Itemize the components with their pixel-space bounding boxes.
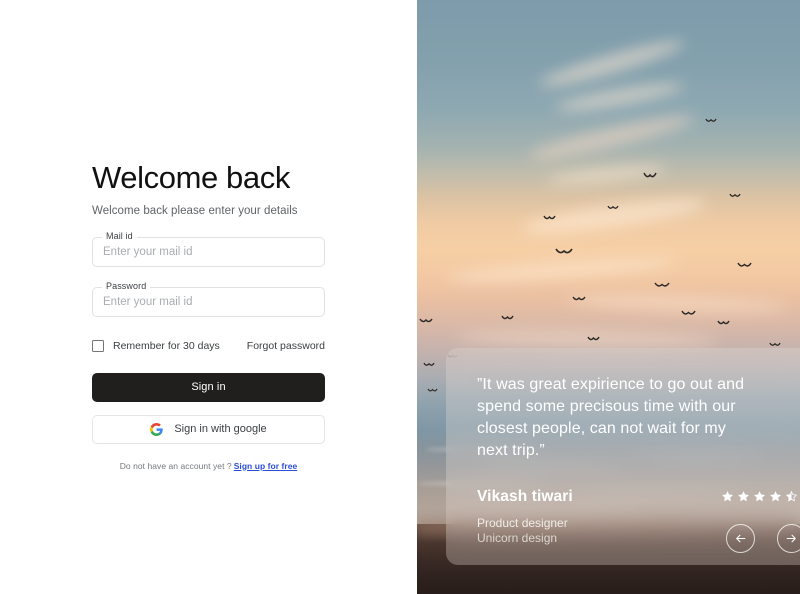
signup-link[interactable]: Sign up for free	[234, 461, 298, 471]
remember-label: Remember for 30 days	[113, 339, 220, 352]
star-filled-icon	[737, 490, 750, 503]
rating-stars	[721, 490, 798, 503]
bird-silhouette	[643, 172, 657, 181]
bird-silhouette	[729, 193, 741, 199]
testimonial-quote: ”It was great expirience to go out and s…	[477, 376, 745, 460]
star-filled-icon	[769, 490, 782, 503]
bird-silhouette	[654, 282, 670, 290]
arrow-right-icon	[785, 532, 798, 545]
sign-in-google-button[interactable]: Sign in with google	[92, 414, 325, 444]
sign-in-button[interactable]: Sign in	[92, 372, 325, 402]
author-company: Unicorn design	[477, 531, 558, 546]
sign-in-google-label: Sign in with google	[174, 423, 267, 436]
bird-silhouette	[419, 318, 433, 325]
bird-silhouette	[587, 336, 600, 343]
checkbox-unchecked-icon[interactable]	[92, 339, 104, 352]
testimonial-card: ”It was great expirience to go out and s…	[446, 348, 800, 565]
next-testimonial-button[interactable]	[777, 524, 800, 553]
login-form: Welcome back Welcome back please enter y…	[92, 160, 325, 471]
testimonial-nav	[726, 524, 800, 553]
author-role: Product designer	[477, 516, 568, 530]
page-subtitle: Welcome back please enter your details	[92, 204, 298, 217]
login-panel: Welcome back Welcome back please enter y…	[0, 0, 417, 594]
bird-silhouette	[681, 310, 696, 318]
bird-silhouette	[543, 215, 556, 222]
star-half-icon	[785, 490, 798, 503]
password-field[interactable]: Password	[92, 280, 325, 317]
testimonial-author: Vikash tiwari Product designer Unicorn d…	[477, 488, 573, 547]
remember-group[interactable]: Remember for 30 days	[92, 339, 220, 352]
bird-silhouette	[572, 296, 586, 303]
bird-silhouette	[501, 315, 514, 322]
author-name: Vikash tiwari	[477, 488, 573, 505]
bird-silhouette	[607, 205, 619, 211]
bird-silhouette	[717, 320, 730, 327]
forgot-password-link[interactable]: Forgot password	[247, 340, 325, 352]
bird-silhouette	[555, 248, 573, 257]
hero-photo-panel: ”It was great expirience to go out and s…	[417, 0, 800, 594]
star-filled-icon	[753, 490, 766, 503]
signup-prompt: Do not have an account yet ?	[119, 460, 232, 471]
signin-page: Welcome back Welcome back please enter y…	[0, 0, 800, 594]
arrow-left-icon	[734, 532, 747, 545]
prev-testimonial-button[interactable]	[726, 524, 755, 553]
password-input[interactable]	[92, 286, 325, 317]
page-title: Welcome back	[92, 160, 290, 195]
email-input[interactable]	[92, 236, 325, 267]
google-g-logo-icon	[150, 422, 164, 436]
bird-silhouette	[427, 388, 438, 394]
remember-row: Remember for 30 days Forgot password	[92, 338, 325, 354]
bird-silhouette	[737, 262, 752, 270]
bird-silhouette	[705, 118, 717, 124]
email-field[interactable]: Mail id	[92, 230, 325, 267]
bird-silhouette	[423, 362, 435, 368]
signup-row: Do not have an account yet ? Sign up for …	[92, 461, 325, 471]
star-filled-icon	[721, 490, 734, 503]
